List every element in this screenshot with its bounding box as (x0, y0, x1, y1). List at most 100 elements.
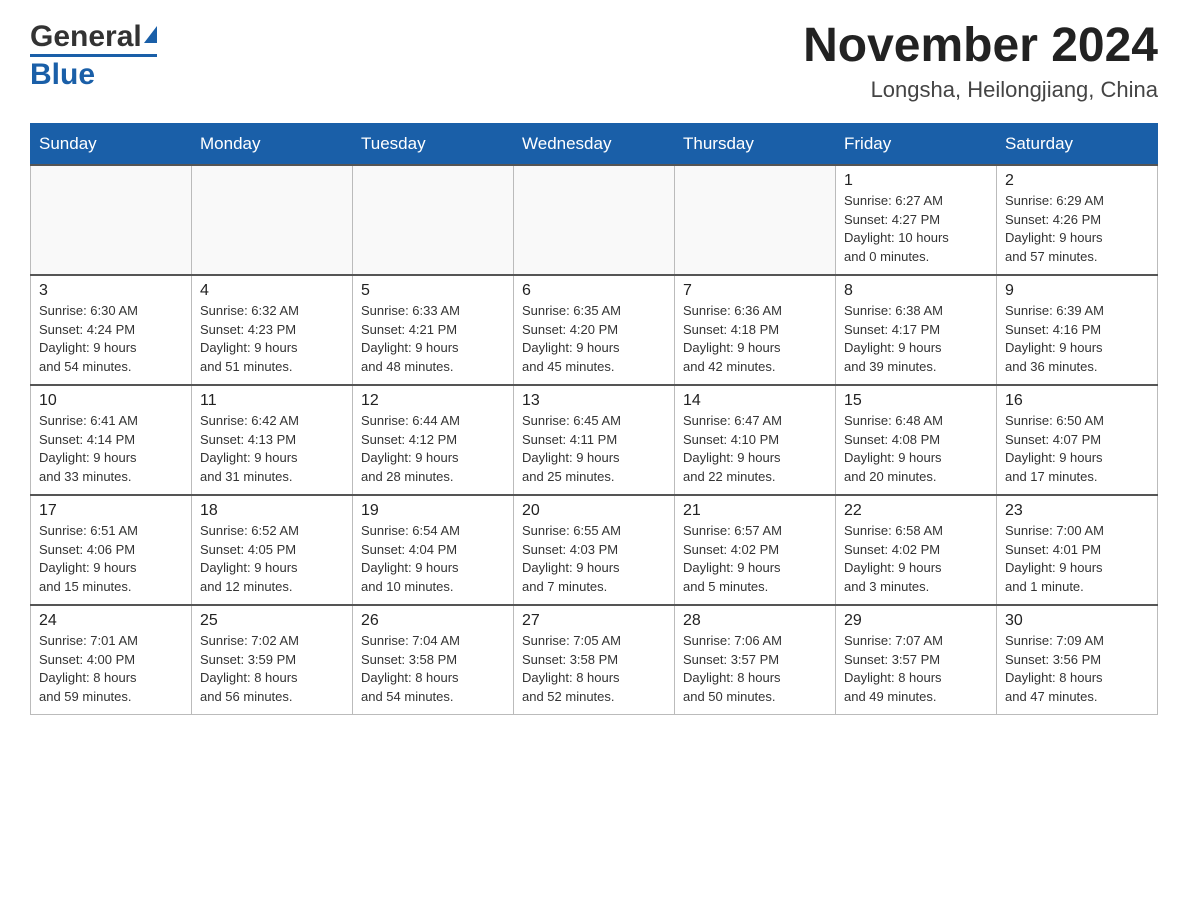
day-info: Sunrise: 7:00 AM Sunset: 4:01 PM Dayligh… (1005, 522, 1149, 597)
day-info: Sunrise: 7:01 AM Sunset: 4:00 PM Dayligh… (39, 632, 183, 707)
logo-divider (30, 54, 157, 57)
calendar-cell: 1 Sunrise: 6:27 AM Sunset: 4:27 PM Daylig… (836, 165, 997, 275)
column-header-saturday: Saturday (997, 123, 1158, 165)
calendar-cell: 26Sunrise: 7:04 AM Sunset: 3:58 PM Dayli… (353, 605, 514, 715)
day-number: 9 (1005, 282, 1149, 300)
day-info: Sunrise: 6:32 AM Sunset: 4:23 PM Dayligh… (200, 302, 344, 377)
calendar-cell: 11Sunrise: 6:42 AM Sunset: 4:13 PM Dayli… (192, 385, 353, 495)
calendar-cell: 17Sunrise: 6:51 AM Sunset: 4:06 PM Dayli… (31, 495, 192, 605)
week-row-1: 1 Sunrise: 6:27 AM Sunset: 4:27 PM Daylig… (31, 165, 1158, 275)
week-row-2: 3 Sunrise: 6:30 AM Sunset: 4:24 PM Daylig… (31, 275, 1158, 385)
day-info: Sunrise: 6:39 AM Sunset: 4:16 PM Dayligh… (1005, 302, 1149, 377)
calendar-cell: 25 Sunrise: 7:02 AM Sunset: 3:59 PM Dayli… (192, 605, 353, 715)
day-number: 16 (1005, 392, 1149, 410)
day-info: Sunrise: 7:09 AM Sunset: 3:56 PM Dayligh… (1005, 632, 1149, 707)
calendar-cell: 18 Sunrise: 6:52 AM Sunset: 4:05 PM Dayli… (192, 495, 353, 605)
logo-blue-text: Blue (30, 58, 95, 91)
page-title: November 2024 (803, 20, 1158, 73)
calendar-cell: 27 Sunrise: 7:05 AM Sunset: 3:58 PM Dayli… (514, 605, 675, 715)
calendar-cell: 20 Sunrise: 6:55 AM Sunset: 4:03 PM Dayli… (514, 495, 675, 605)
calendar-cell: 14Sunrise: 6:47 AM Sunset: 4:10 PM Dayli… (675, 385, 836, 495)
day-number: 4 (200, 282, 344, 300)
day-info: Sunrise: 6:29 AM Sunset: 4:26 PM Dayligh… (1005, 192, 1149, 267)
day-number: 28 (683, 612, 827, 630)
page-subtitle: Longsha, Heilongjiang, China (803, 77, 1158, 103)
calendar-cell: 10 Sunrise: 6:41 AM Sunset: 4:14 PM Dayli… (31, 385, 192, 495)
logo-triangle-icon (144, 26, 157, 43)
day-info: Sunrise: 6:44 AM Sunset: 4:12 PM Dayligh… (361, 412, 505, 487)
calendar-cell: 8 Sunrise: 6:38 AM Sunset: 4:17 PM Daylig… (836, 275, 997, 385)
day-info: Sunrise: 6:52 AM Sunset: 4:05 PM Dayligh… (200, 522, 344, 597)
day-number: 7 (683, 282, 827, 300)
column-header-monday: Monday (192, 123, 353, 165)
day-number: 13 (522, 392, 666, 410)
day-number: 26 (361, 612, 505, 630)
day-number: 20 (522, 502, 666, 520)
calendar-cell: 24Sunrise: 7:01 AM Sunset: 4:00 PM Dayli… (31, 605, 192, 715)
day-info: Sunrise: 6:58 AM Sunset: 4:02 PM Dayligh… (844, 522, 988, 597)
day-number: 5 (361, 282, 505, 300)
logo: General Blue (30, 20, 157, 91)
calendar-cell: 28 Sunrise: 7:06 AM Sunset: 3:57 PM Dayli… (675, 605, 836, 715)
day-info: Sunrise: 6:45 AM Sunset: 4:11 PM Dayligh… (522, 412, 666, 487)
day-number: 3 (39, 282, 183, 300)
day-number: 1 (844, 172, 988, 190)
day-number: 21 (683, 502, 827, 520)
calendar-cell: 23 Sunrise: 7:00 AM Sunset: 4:01 PM Dayli… (997, 495, 1158, 605)
day-number: 23 (1005, 502, 1149, 520)
day-number: 30 (1005, 612, 1149, 630)
calendar-cell: 12 Sunrise: 6:44 AM Sunset: 4:12 PM Dayli… (353, 385, 514, 495)
column-header-sunday: Sunday (31, 123, 192, 165)
calendar-cell: 29 Sunrise: 7:07 AM Sunset: 3:57 PM Dayli… (836, 605, 997, 715)
day-number: 27 (522, 612, 666, 630)
day-number: 25 (200, 612, 344, 630)
day-info: Sunrise: 6:27 AM Sunset: 4:27 PM Dayligh… (844, 192, 988, 267)
day-info: Sunrise: 6:41 AM Sunset: 4:14 PM Dayligh… (39, 412, 183, 487)
logo-general-text: General (30, 20, 142, 53)
calendar-cell (192, 165, 353, 275)
calendar-cell: 13 Sunrise: 6:45 AM Sunset: 4:11 PM Dayli… (514, 385, 675, 495)
calendar-cell: 5 Sunrise: 6:33 AM Sunset: 4:21 PM Daylig… (353, 275, 514, 385)
day-number: 6 (522, 282, 666, 300)
day-info: Sunrise: 6:42 AM Sunset: 4:13 PM Dayligh… (200, 412, 344, 487)
day-info: Sunrise: 6:51 AM Sunset: 4:06 PM Dayligh… (39, 522, 183, 597)
day-info: Sunrise: 6:54 AM Sunset: 4:04 PM Dayligh… (361, 522, 505, 597)
day-number: 29 (844, 612, 988, 630)
day-info: Sunrise: 7:02 AM Sunset: 3:59 PM Dayligh… (200, 632, 344, 707)
day-number: 8 (844, 282, 988, 300)
calendar-cell: 3 Sunrise: 6:30 AM Sunset: 4:24 PM Daylig… (31, 275, 192, 385)
day-number: 22 (844, 502, 988, 520)
calendar-cell: 4 Sunrise: 6:32 AM Sunset: 4:23 PM Daylig… (192, 275, 353, 385)
calendar-header-row: SundayMondayTuesdayWednesdayThursdayFrid… (31, 123, 1158, 165)
calendar-cell (31, 165, 192, 275)
day-info: Sunrise: 7:05 AM Sunset: 3:58 PM Dayligh… (522, 632, 666, 707)
calendar-table: SundayMondayTuesdayWednesdayThursdayFrid… (30, 123, 1158, 716)
day-info: Sunrise: 6:50 AM Sunset: 4:07 PM Dayligh… (1005, 412, 1149, 487)
day-info: Sunrise: 7:06 AM Sunset: 3:57 PM Dayligh… (683, 632, 827, 707)
day-info: Sunrise: 6:36 AM Sunset: 4:18 PM Dayligh… (683, 302, 827, 377)
day-info: Sunrise: 6:35 AM Sunset: 4:20 PM Dayligh… (522, 302, 666, 377)
calendar-cell: 6 Sunrise: 6:35 AM Sunset: 4:20 PM Daylig… (514, 275, 675, 385)
day-number: 18 (200, 502, 344, 520)
week-row-4: 17Sunrise: 6:51 AM Sunset: 4:06 PM Dayli… (31, 495, 1158, 605)
column-header-wednesday: Wednesday (514, 123, 675, 165)
day-info: Sunrise: 6:30 AM Sunset: 4:24 PM Dayligh… (39, 302, 183, 377)
day-number: 19 (361, 502, 505, 520)
calendar-cell: 9 Sunrise: 6:39 AM Sunset: 4:16 PM Daylig… (997, 275, 1158, 385)
calendar-cell (353, 165, 514, 275)
day-info: Sunrise: 6:48 AM Sunset: 4:08 PM Dayligh… (844, 412, 988, 487)
title-block: November 2024 Longsha, Heilongjiang, Chi… (803, 20, 1158, 103)
day-number: 10 (39, 392, 183, 410)
column-header-tuesday: Tuesday (353, 123, 514, 165)
calendar-cell: 2Sunrise: 6:29 AM Sunset: 4:26 PM Daylig… (997, 165, 1158, 275)
calendar-cell: 30 Sunrise: 7:09 AM Sunset: 3:56 PM Dayli… (997, 605, 1158, 715)
day-info: Sunrise: 7:07 AM Sunset: 3:57 PM Dayligh… (844, 632, 988, 707)
column-header-thursday: Thursday (675, 123, 836, 165)
day-number: 15 (844, 392, 988, 410)
calendar-cell: 19 Sunrise: 6:54 AM Sunset: 4:04 PM Dayli… (353, 495, 514, 605)
day-info: Sunrise: 6:55 AM Sunset: 4:03 PM Dayligh… (522, 522, 666, 597)
day-info: Sunrise: 6:38 AM Sunset: 4:17 PM Dayligh… (844, 302, 988, 377)
day-info: Sunrise: 6:33 AM Sunset: 4:21 PM Dayligh… (361, 302, 505, 377)
day-number: 12 (361, 392, 505, 410)
calendar-cell (514, 165, 675, 275)
